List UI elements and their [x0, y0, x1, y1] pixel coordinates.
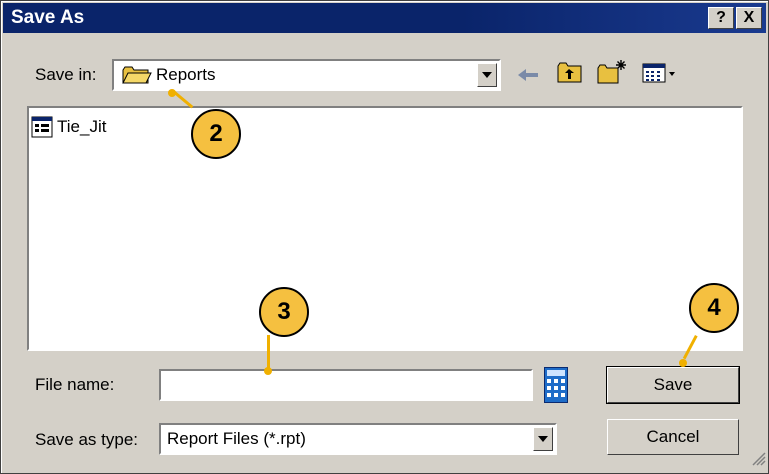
file-list[interactable]: Tie_Jit	[27, 106, 743, 351]
up-folder-icon[interactable]	[556, 61, 584, 90]
callout-2-anchor	[168, 89, 176, 97]
report-file-icon	[31, 116, 53, 143]
save-as-type-combo[interactable]: Report Files (*.rpt)	[159, 423, 557, 455]
file-name-label: Tie_Jit	[57, 117, 107, 136]
close-button[interactable]: X	[736, 7, 762, 29]
save-in-dropdown-button[interactable]	[477, 63, 497, 87]
save-in-value: Reports	[156, 65, 216, 84]
save-as-type-value: Report Files (*.rpt)	[167, 429, 306, 448]
size-grip-icon[interactable]	[750, 450, 766, 471]
file-name-input[interactable]	[159, 369, 533, 401]
save-button[interactable]: Save	[606, 366, 740, 404]
callout-2: 2	[191, 109, 241, 159]
help-button[interactable]: ?	[708, 7, 734, 29]
callout-4-anchor	[679, 359, 687, 367]
window-title: Save As	[11, 7, 85, 28]
new-folder-icon[interactable]	[596, 59, 628, 90]
view-menu-icon[interactable]	[642, 63, 680, 90]
folder-icon	[122, 65, 152, 90]
callout-4: 4	[689, 283, 739, 333]
save-as-type-label: Save as type:	[35, 430, 139, 449]
callout-3-anchor	[264, 367, 272, 375]
save-as-type-dropdown-button[interactable]	[533, 427, 553, 451]
save-in-label: Save in:	[35, 65, 97, 84]
back-arrow-icon[interactable]	[516, 65, 540, 90]
cancel-button[interactable]: Cancel	[607, 419, 739, 455]
callout-3: 3	[259, 287, 309, 337]
save-as-dialog: Save As ? X Save in: Reports Tie_Jit Fil…	[0, 0, 769, 474]
callout-3-leader	[267, 335, 270, 371]
save-in-combo[interactable]: Reports	[112, 59, 501, 91]
title-bar: Save As ? X	[3, 3, 766, 33]
keypad-icon[interactable]	[544, 367, 568, 408]
file-name-label: File name:	[35, 375, 115, 394]
